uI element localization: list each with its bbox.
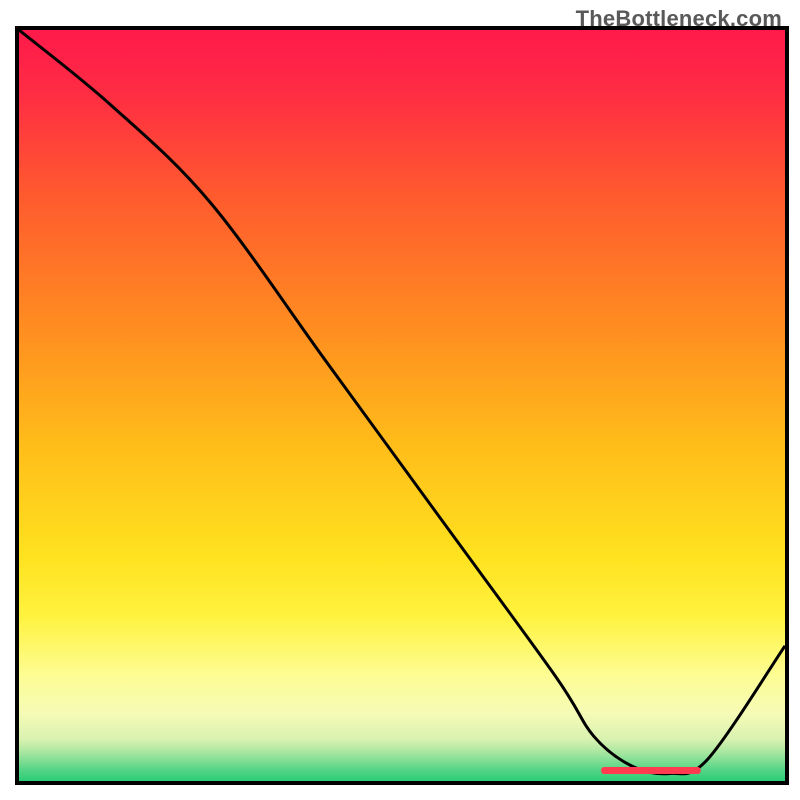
gradient-background	[19, 30, 785, 781]
bottleneck-chart: TheBottleneck.com	[0, 0, 800, 800]
watermark-text: TheBottleneck.com	[576, 6, 782, 32]
plot-area	[15, 30, 785, 785]
optimal-range-marker	[601, 767, 701, 774]
plot-svg	[19, 30, 785, 781]
